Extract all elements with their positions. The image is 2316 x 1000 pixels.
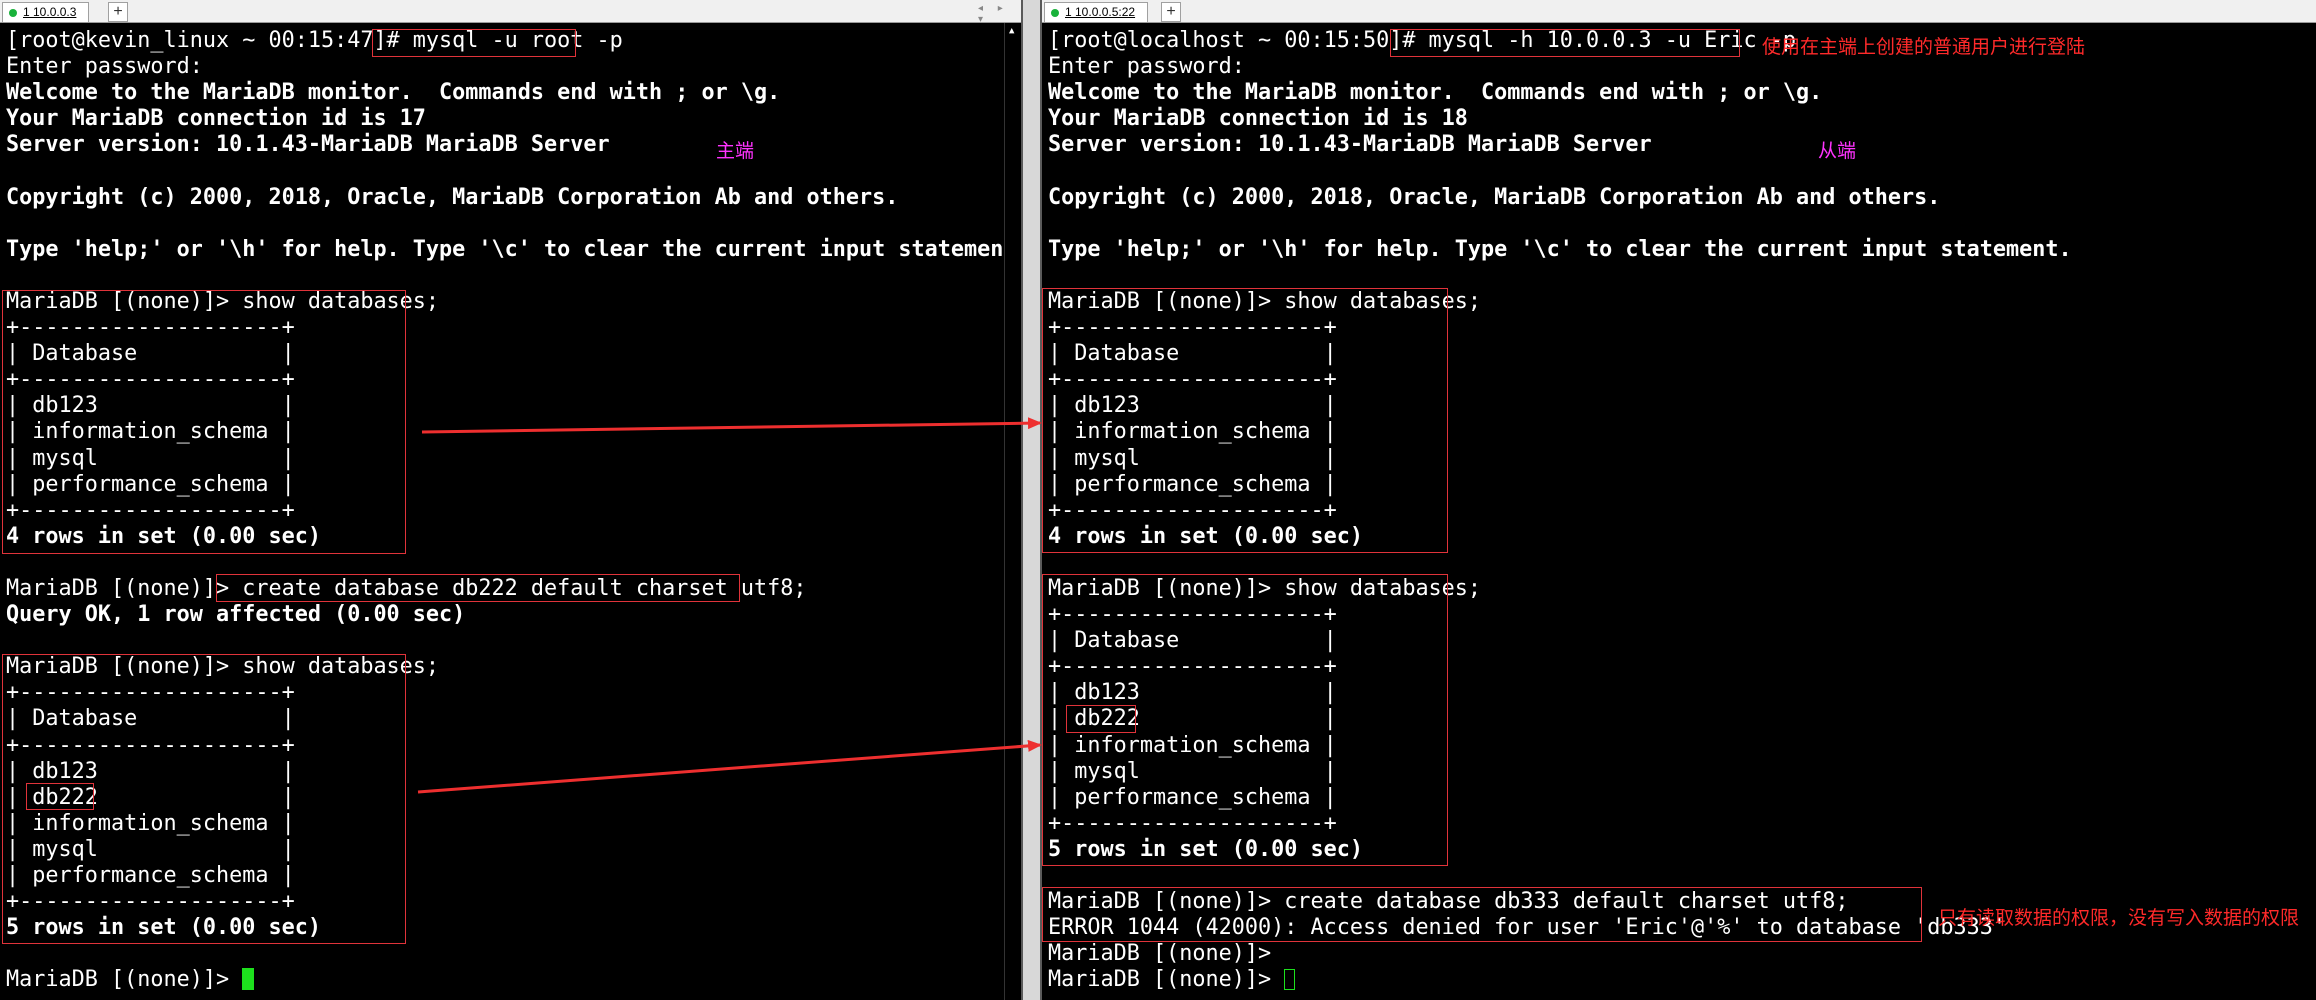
arrow-to-slave-list-1 (421, 417, 1042, 434)
annotation-arrows (417, 417, 1042, 794)
arrow-to-slave-list-2 (417, 739, 1042, 794)
